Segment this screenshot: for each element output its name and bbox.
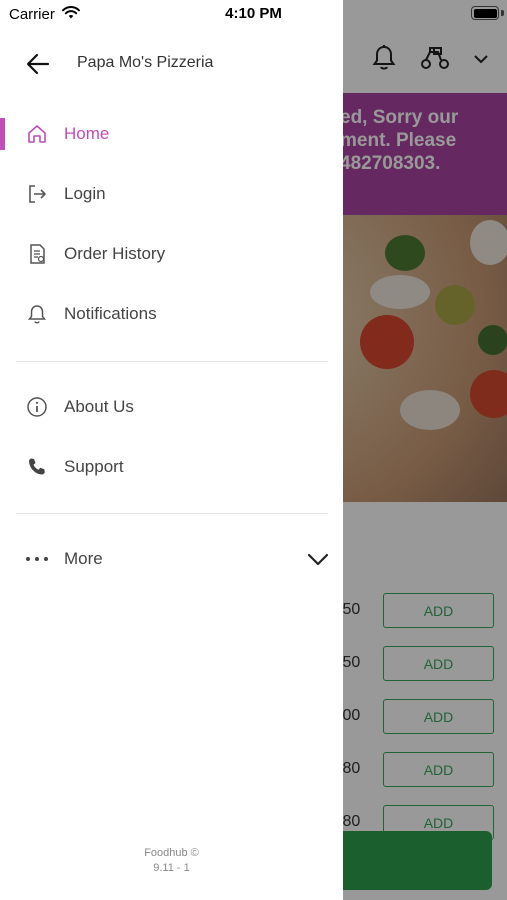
phone-icon <box>24 455 50 479</box>
drawer-item-support[interactable]: Support <box>0 444 343 490</box>
bell-icon <box>24 302 50 326</box>
battery-icon <box>471 6 499 20</box>
more-icon <box>24 547 50 571</box>
drawer-item-label: More <box>64 549 103 568</box>
drawer-item-order-history[interactable]: Order History <box>0 231 343 277</box>
receipt-icon <box>24 242 50 266</box>
login-icon <box>24 182 50 206</box>
info-icon <box>24 395 50 419</box>
drawer-item-label: Support <box>64 457 124 476</box>
drawer-item-login[interactable]: Login <box>0 171 343 217</box>
status-bar: Carrier 4:10 PM <box>0 0 507 28</box>
drawer-item-more[interactable]: More <box>0 536 343 582</box>
status-time: 4:10 PM <box>225 5 282 22</box>
app-version-footer: Foodhub © 9.11 - 1 <box>0 846 343 876</box>
back-arrow-icon[interactable] <box>24 50 52 78</box>
divider <box>16 513 328 514</box>
drawer-item-notifications[interactable]: Notifications <box>0 291 343 337</box>
drawer-item-label: About Us <box>64 397 134 416</box>
drawer-item-label: Login <box>64 184 106 203</box>
active-indicator <box>0 118 5 150</box>
drawer-item-label: Order History <box>64 244 166 263</box>
battery-tip <box>501 10 504 16</box>
footer-brand: Foodhub © <box>144 847 199 859</box>
divider <box>16 361 328 362</box>
footer-version: 9.11 - 1 <box>153 862 190 874</box>
restaurant-name: Papa Mo's Pizzeria <box>77 54 214 71</box>
home-icon <box>24 122 50 146</box>
drawer-item-home[interactable]: Home <box>0 111 343 157</box>
drawer-item-label: Notifications <box>64 304 157 323</box>
drawer-header: Papa Mo's Pizzeria <box>0 38 343 88</box>
chevron-down-icon[interactable] <box>306 548 330 570</box>
navigation-drawer: Papa Mo's Pizzeria Home Login Order Hist… <box>0 0 343 900</box>
drawer-item-label: Home <box>64 124 110 143</box>
drawer-item-about-us[interactable]: About Us <box>0 384 343 430</box>
